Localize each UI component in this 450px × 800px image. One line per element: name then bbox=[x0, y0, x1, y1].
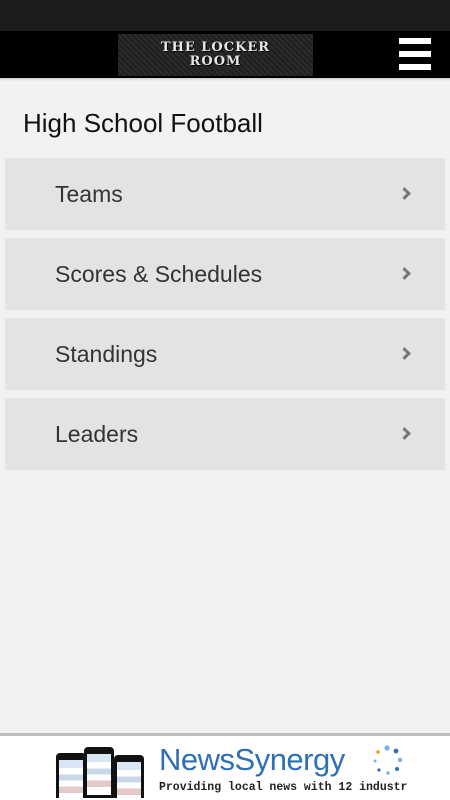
phone-image bbox=[56, 753, 86, 798]
page-title: High School Football bbox=[23, 108, 263, 138]
logo-line-1: THE LOCKER bbox=[160, 40, 271, 55]
nav-item-label: Scores & Schedules bbox=[55, 260, 263, 287]
locker-room-logo[interactable]: THE LOCKER ROOM bbox=[118, 34, 313, 76]
chevron-right-icon bbox=[398, 347, 411, 360]
chevron-right-icon bbox=[398, 427, 411, 440]
menu-bar bbox=[399, 64, 431, 70]
ad-tagline: Providing local news with 12 industry fi… bbox=[159, 781, 408, 794]
dots-logo-icon bbox=[373, 745, 403, 775]
nav-list: Teams Scores & Schedules Standings Leade… bbox=[5, 158, 445, 478]
ad-banner[interactable]: NewsSynergy Providing local news with 12… bbox=[42, 739, 408, 798]
ad-brand: NewsSynergy bbox=[159, 742, 345, 777]
nav-item-scores-schedules[interactable]: Scores & Schedules bbox=[5, 238, 445, 310]
menu-bar bbox=[399, 51, 431, 57]
app-header: THE LOCKER ROOM bbox=[0, 31, 450, 78]
nav-item-label: Leaders bbox=[55, 420, 139, 447]
logo-line-2: ROOM bbox=[189, 54, 242, 69]
nav-item-label: Standings bbox=[55, 340, 158, 367]
nav-item-label: Teams bbox=[55, 180, 123, 207]
hamburger-menu-icon[interactable] bbox=[399, 38, 431, 70]
header-shadow bbox=[0, 78, 450, 81]
phone-image bbox=[114, 755, 144, 798]
phones-image bbox=[56, 745, 166, 798]
nav-item-standings[interactable]: Standings bbox=[5, 318, 445, 390]
phone-image bbox=[84, 747, 114, 798]
menu-bar bbox=[399, 38, 431, 44]
ad-area: NewsSynergy Providing local news with 12… bbox=[0, 736, 450, 800]
status-bar bbox=[0, 0, 450, 31]
logo-text: THE LOCKER ROOM bbox=[161, 41, 270, 69]
nav-item-leaders[interactable]: Leaders bbox=[5, 398, 445, 470]
nav-item-teams[interactable]: Teams bbox=[5, 158, 445, 230]
chevron-right-icon bbox=[398, 267, 411, 280]
chevron-right-icon bbox=[398, 187, 411, 200]
